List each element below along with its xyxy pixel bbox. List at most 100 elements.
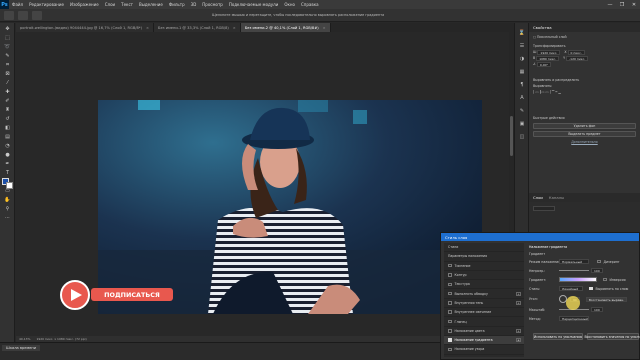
- menu-type[interactable]: Текст: [118, 2, 136, 7]
- pen-tool-icon[interactable]: ✒: [3, 160, 12, 167]
- tab-document-2[interactable]: Без имени-1 @ 33,3% (Слой 1, RGB/8) ×: [154, 23, 241, 32]
- brush-tool-icon[interactable]: ✐: [3, 97, 12, 104]
- document-info[interactable]: 1920 пикс. x 1080 пикс. (72 ppi): [36, 337, 86, 341]
- style-item-contour[interactable]: Контур: [444, 271, 524, 281]
- type-tool-icon[interactable]: T: [3, 169, 12, 176]
- checkbox[interactable]: [448, 329, 452, 333]
- menu-help[interactable]: Справка: [298, 2, 322, 7]
- lasso-tool-icon[interactable]: ➰: [3, 43, 12, 50]
- crop-tool-icon[interactable]: ⌗: [3, 61, 12, 68]
- checkbox[interactable]: [448, 310, 452, 314]
- close-icon[interactable]: ×: [233, 26, 236, 30]
- scale-value[interactable]: 100: [591, 307, 603, 312]
- zoom-tool-icon[interactable]: ⚲: [3, 205, 12, 212]
- tab-document-1[interactable]: portrait-wellington-(видео) 9044444.jpg …: [16, 23, 154, 32]
- paragraph-icon[interactable]: ¶: [518, 81, 526, 88]
- add-icon[interactable]: +: [516, 300, 521, 305]
- background-color-swatch[interactable]: [6, 182, 13, 189]
- add-icon[interactable]: +: [516, 338, 521, 343]
- style-item-stroke[interactable]: Выполнить обводку +: [444, 289, 524, 299]
- add-icon[interactable]: +: [516, 291, 521, 296]
- opacity-slider[interactable]: [559, 270, 589, 271]
- layers-icon[interactable]: ◫: [518, 133, 526, 140]
- adjustments-icon[interactable]: ◑: [518, 55, 526, 62]
- history-icon[interactable]: ⌛: [518, 29, 526, 36]
- height-field[interactable]: 1080 пикс.: [536, 55, 560, 61]
- tab-layers[interactable]: Слои: [533, 195, 543, 200]
- tab-document-3[interactable]: Без имени-2 @ 40,1% (Слой 1, RGB/8#) ×: [240, 23, 331, 32]
- menu-window[interactable]: Окно: [281, 2, 298, 7]
- color-swatches[interactable]: [2, 178, 13, 189]
- dither-checkbox[interactable]: [597, 259, 601, 264]
- blend-mode-select[interactable]: Нормальный: [559, 259, 589, 264]
- gradient-preset-icon[interactable]: [32, 10, 42, 20]
- gradient-tool-icon[interactable]: [18, 10, 28, 20]
- align-bottom-icon[interactable]: ▁: [558, 90, 560, 94]
- style-item-inner-shadow[interactable]: Внутренняя тень +: [444, 299, 524, 309]
- scrollbar-thumb[interactable]: [510, 116, 513, 156]
- add-icon[interactable]: +: [516, 328, 521, 333]
- opacity-value[interactable]: 100: [591, 268, 603, 273]
- quick-actions-heading[interactable]: Быстрые действия: [529, 115, 640, 121]
- checkbox[interactable]: [448, 301, 452, 305]
- subscribe-overlay[interactable]: ПОДПИСАТЬСЯ: [60, 280, 175, 310]
- properties-icon[interactable]: ☰: [518, 42, 526, 49]
- y-field[interactable]: -120 пикс.: [566, 55, 589, 61]
- menu-view[interactable]: Просмотр: [199, 2, 226, 7]
- menu-edit[interactable]: Редактирование: [26, 2, 67, 7]
- reverse-checkbox[interactable]: [603, 277, 607, 282]
- healing-brush-icon[interactable]: ✚: [3, 88, 12, 95]
- checkbox[interactable]: [448, 282, 452, 287]
- gradient-tool-icon[interactable]: ▤: [3, 133, 12, 140]
- checkbox[interactable]: [448, 347, 452, 352]
- style-select[interactable]: Линейный: [559, 286, 583, 291]
- menu-image[interactable]: Изображение: [67, 2, 102, 7]
- style-item-color-overlay[interactable]: Наложение цвета +: [444, 327, 524, 336]
- method-select[interactable]: Перцепционный: [559, 316, 589, 321]
- reset-alignment-button[interactable]: Восстановить выравн.: [585, 296, 628, 302]
- menu-plugins[interactable]: Подключаемые модули: [226, 2, 282, 7]
- checkbox[interactable]: [448, 273, 452, 277]
- style-item-gradient-overlay[interactable]: Наложение градиента +: [444, 335, 524, 346]
- character-icon[interactable]: A: [518, 94, 526, 101]
- checkbox[interactable]: [448, 319, 452, 324]
- menu-3d[interactable]: 3D: [188, 2, 200, 7]
- layer-filter-field[interactable]: [533, 205, 555, 211]
- align-layer-checkbox[interactable]: [589, 286, 593, 291]
- libraries-icon[interactable]: ▦: [518, 68, 526, 75]
- move-tool-icon[interactable]: ✥: [3, 25, 12, 32]
- style-item-texture[interactable]: Текстура: [444, 280, 524, 290]
- close-icon[interactable]: ×: [323, 26, 326, 30]
- home-icon[interactable]: [4, 10, 14, 20]
- properties-title[interactable]: Свойства: [529, 23, 640, 32]
- x-field[interactable]: 0 пикс.: [567, 49, 585, 55]
- zoom-level[interactable]: 40,13%: [19, 337, 30, 341]
- style-item-bevel[interactable]: Тиснение: [444, 262, 524, 271]
- style-item-satin[interactable]: Глянец: [444, 317, 524, 327]
- select-subject-button[interactable]: Выделить предмет: [533, 131, 636, 137]
- marquee-tool-icon[interactable]: ⬚: [3, 34, 12, 41]
- make-default-button[interactable]: Использовать по умолчанию: [533, 333, 583, 340]
- checkbox[interactable]: [448, 263, 452, 268]
- tab-channels[interactable]: Каналы: [549, 195, 564, 200]
- angle-field[interactable]: 0,00°: [536, 61, 552, 67]
- checkbox-checked[interactable]: [448, 338, 452, 342]
- style-item-inner-glow[interactable]: Внутреннее свечение: [444, 308, 524, 318]
- menu-filter[interactable]: Фильтр: [166, 2, 188, 7]
- hand-tool-icon[interactable]: ✋: [3, 196, 12, 203]
- history-brush-icon[interactable]: ↺: [3, 115, 12, 122]
- more-link[interactable]: Дополнительно: [529, 139, 640, 145]
- width-field[interactable]: 1920 пикс.: [537, 49, 561, 55]
- checkbox[interactable]: [448, 291, 452, 296]
- more-tools-icon[interactable]: ⋯: [3, 214, 12, 221]
- timeline-title[interactable]: Шкала времени: [2, 345, 41, 351]
- menu-file[interactable]: Файл: [9, 2, 26, 7]
- gradient-preview[interactable]: [559, 277, 597, 282]
- maximize-button[interactable]: ❐: [616, 0, 628, 9]
- brushes-icon[interactable]: ✎: [518, 107, 526, 114]
- close-button[interactable]: ✕: [628, 0, 640, 9]
- minimize-button[interactable]: —: [604, 0, 616, 9]
- style-item-blending[interactable]: Параметры наложения: [444, 252, 524, 262]
- style-item-styles[interactable]: Стили: [444, 243, 524, 253]
- frame-tool-icon[interactable]: ⊠: [3, 70, 12, 77]
